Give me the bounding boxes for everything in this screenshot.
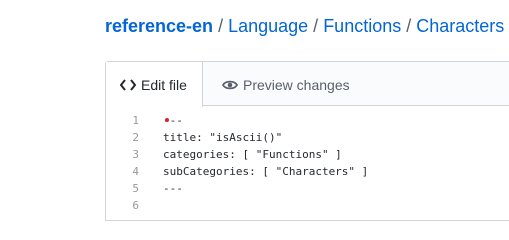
breadcrumb-item-characters[interactable]: Characters xyxy=(416,16,504,36)
line-text: --- xyxy=(163,182,183,195)
line-number: 3 xyxy=(132,148,139,161)
tab-preview-changes-label: Preview changes xyxy=(243,76,350,93)
line-text: title: "isAscii()" xyxy=(163,131,283,144)
code-area[interactable]: 1 --- 2 title: "isAscii()" 3 categories:… xyxy=(106,112,509,214)
line-text: categories: [ "Functions" ] xyxy=(163,148,342,161)
breadcrumb-item-functions[interactable]: Functions xyxy=(323,16,401,36)
tab-edit-file-label: Edit file xyxy=(141,76,187,93)
code-line: 6 xyxy=(106,197,509,214)
line-number: 6 xyxy=(132,199,139,212)
code-line: 1 --- xyxy=(106,112,509,129)
line-number: 2 xyxy=(132,131,139,144)
breadcrumb-separator: / xyxy=(313,16,319,36)
line-text: subCategories: [ "Characters" ] xyxy=(163,165,369,178)
eye-icon xyxy=(222,77,240,93)
line-number: 4 xyxy=(132,165,139,178)
text-cursor xyxy=(165,118,169,122)
line-number: 5 xyxy=(132,182,139,195)
line-number: 1 xyxy=(132,114,139,127)
file-editor: Edit file Preview changes 1 --- 2 title:… xyxy=(105,61,509,221)
breadcrumb-item-language[interactable]: Language xyxy=(228,16,308,36)
code-line: 5 --- xyxy=(106,180,509,197)
code-icon xyxy=(120,77,138,93)
tab-edit-file[interactable]: Edit file xyxy=(106,62,203,107)
code-line: 3 categories: [ "Functions" ] xyxy=(106,146,509,163)
code-line: 2 title: "isAscii()" xyxy=(106,129,509,146)
breadcrumb-repo-link[interactable]: reference-en xyxy=(105,16,213,36)
breadcrumb: reference-en / Language / Functions / Characte… xyxy=(105,14,509,38)
breadcrumb-separator: / xyxy=(218,16,224,36)
breadcrumb-separator: / xyxy=(406,16,412,36)
line-text xyxy=(151,197,163,214)
tab-preview-changes[interactable]: Preview changes xyxy=(222,62,350,107)
editor-tabbar: Edit file Preview changes xyxy=(106,62,509,107)
code-line: 4 subCategories: [ "Characters" ] xyxy=(106,163,509,180)
